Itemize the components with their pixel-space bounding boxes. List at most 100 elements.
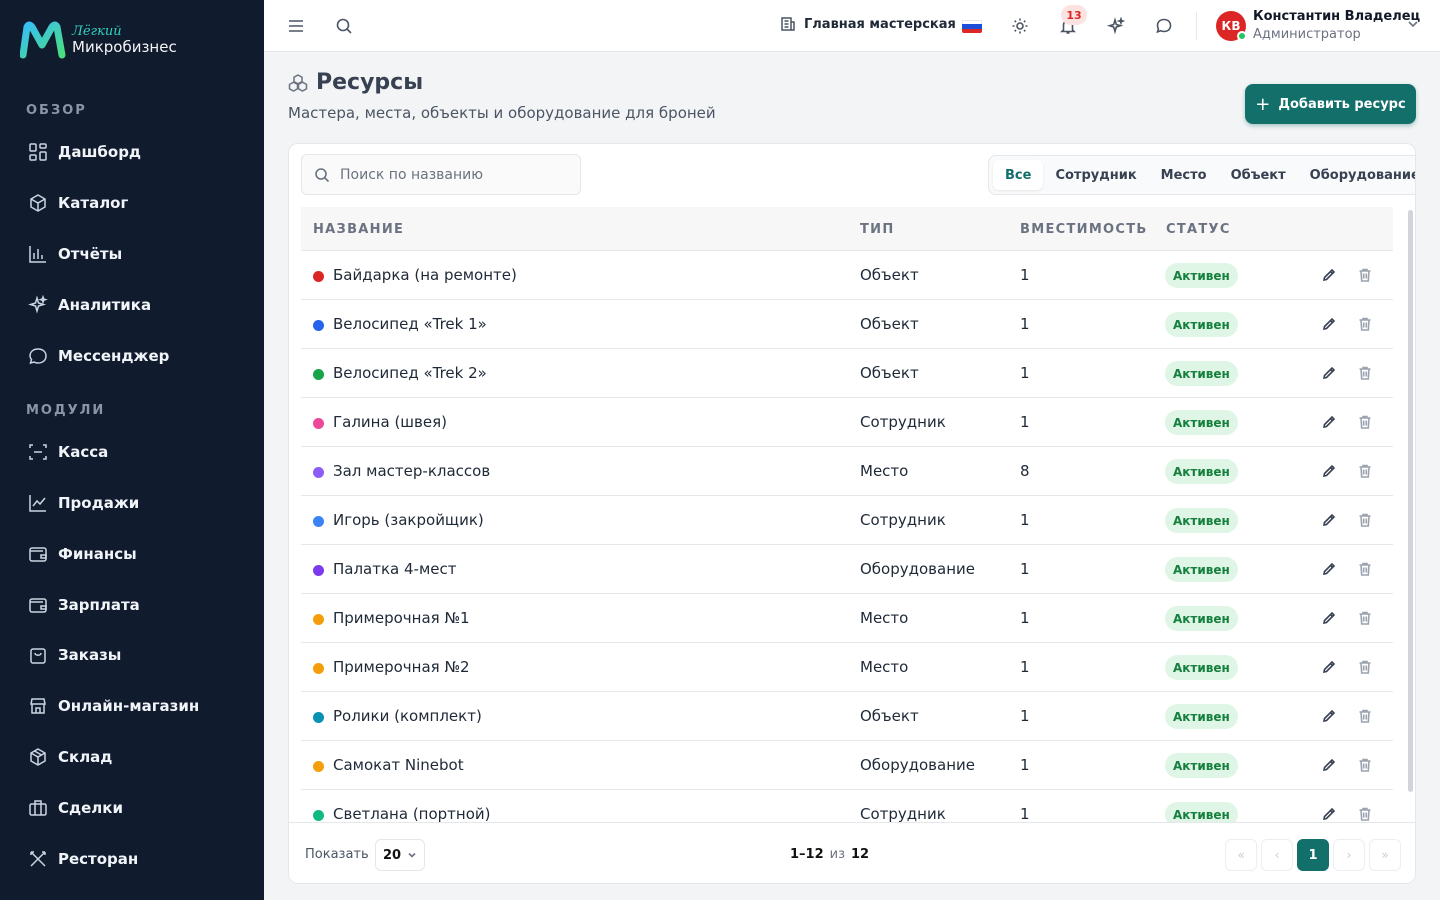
table-row[interactable]: Игорь (закройщик) Сотрудник 1 Активен (301, 496, 1393, 545)
brand-logo[interactable]: Лёгкий Микробизнес (20, 20, 177, 60)
edit-icon[interactable] (1319, 559, 1339, 579)
trash-icon[interactable] (1355, 559, 1375, 579)
first-page-icon[interactable]: « (1225, 839, 1257, 871)
edit-icon[interactable] (1319, 510, 1339, 530)
trash-icon[interactable] (1355, 510, 1375, 530)
filter-tab-all[interactable]: Все (993, 160, 1044, 190)
trash-icon[interactable] (1355, 608, 1375, 628)
sidebar-item-messenger[interactable]: Мессенджер (28, 341, 248, 371)
trash-icon[interactable] (1355, 804, 1375, 823)
page-button-current[interactable]: 1 (1297, 839, 1329, 871)
chevron-down-icon[interactable] (1406, 16, 1422, 32)
sidebar-item-orders[interactable]: Заказы (28, 640, 248, 670)
add-resource-button[interactable]: + Добавить ресурс (1245, 84, 1416, 124)
edit-icon[interactable] (1319, 755, 1339, 775)
table-row[interactable]: Примерочная №2 Место 1 Активен (301, 643, 1393, 692)
prev-page-icon[interactable]: ‹ (1261, 839, 1293, 871)
resource-color-dot (313, 418, 324, 429)
table-row[interactable]: Зал мастер-классов Место 8 Активен (301, 447, 1393, 496)
sidebar-item-label: Мессенджер (58, 347, 170, 365)
trash-icon[interactable] (1355, 461, 1375, 481)
status-badge: Активен (1165, 606, 1238, 631)
sidebar-item-finance[interactable]: Финансы (28, 539, 248, 569)
table-row[interactable]: Галина (швея) Сотрудник 1 Активен (301, 398, 1393, 447)
edit-icon[interactable] (1319, 412, 1339, 432)
edit-icon[interactable] (1319, 265, 1339, 285)
edit-icon[interactable] (1319, 706, 1339, 726)
table-row[interactable]: Ролики (комплект) Объект 1 Активен (301, 692, 1393, 741)
resource-type: Место (860, 609, 909, 627)
edit-icon[interactable] (1319, 314, 1339, 334)
column-header-capacity[interactable]: ВМЕСТИМОСТЬ (1020, 222, 1148, 237)
column-header-status[interactable]: СТАТУС (1166, 222, 1231, 237)
trash-icon[interactable] (1355, 412, 1375, 432)
table-row[interactable]: Светлана (портной) Сотрудник 1 Активен (301, 790, 1393, 823)
edit-icon[interactable] (1319, 657, 1339, 677)
edit-icon[interactable] (1319, 363, 1339, 383)
table-row[interactable]: Палатка 4-мест Оборудование 1 Активен (301, 545, 1393, 594)
chat-icon (29, 348, 47, 365)
sidebar-item-cashbox[interactable]: Касса (28, 437, 248, 467)
resource-color-dot (313, 320, 324, 331)
column-header-name[interactable]: НАЗВАНИЕ (313, 222, 404, 237)
resource-type: Сотрудник (860, 511, 946, 529)
resource-type: Оборудование (860, 560, 975, 578)
table-row[interactable]: Самокат Ninebot Оборудование 1 Активен (301, 741, 1393, 790)
menu-icon[interactable] (284, 14, 308, 38)
trash-icon[interactable] (1355, 755, 1375, 775)
table-header: НАЗВАНИЕ ТИП ВМЕСТИМОСТЬ СТАТУС (301, 207, 1393, 251)
theme-sun-icon[interactable] (1008, 14, 1032, 38)
table-row[interactable]: Велосипед «Trek 1» Объект 1 Активен (301, 300, 1393, 349)
store-icon (30, 698, 46, 714)
table-row[interactable]: Примерочная №1 Место 1 Активен (301, 594, 1393, 643)
sidebar-item-salary[interactable]: Зарплата (28, 590, 248, 620)
trash-icon[interactable] (1355, 363, 1375, 383)
table-row[interactable]: Байдарка (на ремонте) Объект 1 Активен (301, 251, 1393, 300)
edit-icon[interactable] (1319, 804, 1339, 823)
sidebar-item-restaurant[interactable]: Ресторан (28, 844, 248, 874)
filter-tab-equipment[interactable]: Оборудование (1298, 160, 1415, 190)
section-modules: МОДУЛИ (26, 403, 106, 418)
edit-icon[interactable] (1319, 608, 1339, 628)
top-header: Главная мастерская 13 КВ Константин Влад… (264, 0, 1440, 52)
sidebar-item-online-store[interactable]: Онлайн-магазин (28, 691, 248, 721)
resource-color-dot (313, 712, 324, 723)
table-row[interactable]: Велосипед «Trek 2» Объект 1 Активен (301, 349, 1393, 398)
column-header-type[interactable]: ТИП (860, 222, 895, 237)
sidebar-item-warehouse[interactable]: Склад (28, 742, 248, 772)
resource-name: Самокат Ninebot (333, 756, 464, 774)
trash-icon[interactable] (1355, 657, 1375, 677)
last-page-icon[interactable]: » (1369, 839, 1401, 871)
chat-icon[interactable] (1152, 14, 1176, 38)
filter-tab-object[interactable]: Объект (1219, 160, 1298, 190)
sidebar-item-sales[interactable]: Продажи (28, 488, 248, 518)
sidebar-item-label: Ресторан (58, 850, 139, 868)
search-field[interactable] (301, 154, 581, 195)
ai-sparkles-icon[interactable] (1104, 14, 1128, 38)
next-page-icon[interactable]: › (1333, 839, 1365, 871)
sidebar-item-dashboard[interactable]: Дашборд (28, 137, 248, 167)
sidebar: Лёгкий Микробизнес ОБЗОР Дашборд Каталог… (0, 0, 264, 900)
trash-icon[interactable] (1355, 314, 1375, 334)
sidebar-item-catalog[interactable]: Каталог (28, 188, 248, 218)
wallet-icon (29, 547, 47, 562)
language-flag-icon[interactable] (962, 20, 982, 33)
workshop-selector[interactable]: Главная мастерская (780, 16, 956, 32)
search-icon[interactable] (332, 14, 356, 38)
edit-icon[interactable] (1319, 461, 1339, 481)
sidebar-item-reports[interactable]: Отчёты (28, 239, 248, 269)
filter-tab-employee[interactable]: Сотрудник (1043, 160, 1148, 190)
trash-icon[interactable] (1355, 706, 1375, 726)
trash-icon[interactable] (1355, 265, 1375, 285)
filter-tab-place[interactable]: Место (1149, 160, 1219, 190)
status-badge: Активен (1165, 557, 1238, 582)
vertical-scrollbar[interactable] (1408, 210, 1413, 792)
page-size-select[interactable]: 20 (375, 839, 425, 871)
user-name[interactable]: Константин Владелец (1253, 9, 1420, 24)
grid-icon (29, 143, 47, 161)
resource-color-dot (313, 516, 324, 527)
sidebar-item-deals[interactable]: Сделки (28, 793, 248, 823)
sidebar-item-analytics[interactable]: Аналитика (28, 290, 248, 320)
sidebar-item-label: Каталог (58, 194, 129, 212)
search-input[interactable] (340, 166, 570, 183)
